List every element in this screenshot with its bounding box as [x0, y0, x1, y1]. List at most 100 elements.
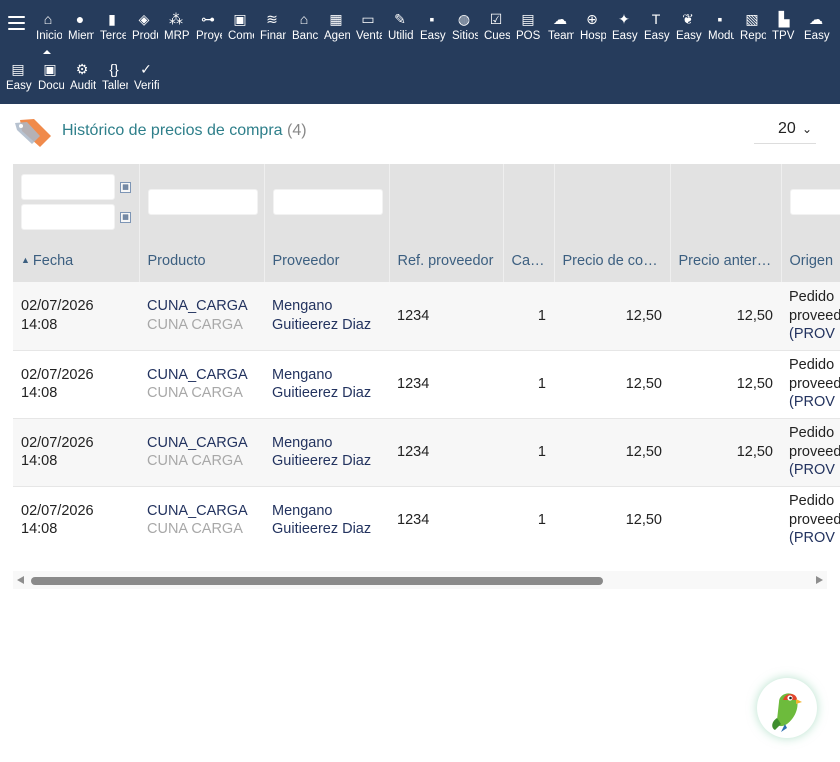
hamburger-menu-icon[interactable]	[8, 16, 25, 30]
audit-icon: ⚙	[75, 61, 89, 77]
page-size-select[interactable]: 20 ⌄	[754, 118, 816, 144]
menu-item-easy[interactable]: ✦ Easy	[610, 10, 638, 54]
page-icon: ▪	[717, 11, 723, 27]
column-header-cant-[interactable]: Cant.	[503, 239, 555, 282]
previous-price-cell: 12,50	[736, 443, 773, 460]
menu-item-tpv[interactable]: ▙ TPV	[770, 10, 798, 54]
menu-item-easy[interactable]: T Easy	[642, 10, 670, 54]
menu-item-proyectos[interactable]: ⊶ Proyectos	[194, 10, 222, 54]
product-filter-input[interactable]	[147, 188, 258, 215]
quantity-cell: 1	[537, 511, 546, 528]
menu-item-miembros[interactable]: ● Miembros	[66, 10, 94, 54]
menu-item-label: Bancos	[292, 30, 318, 42]
column-header-proveedor[interactable]: Proveedor	[264, 239, 390, 282]
supplier-link[interactable]: Mengano Guitieerez Diaz	[272, 367, 371, 402]
menu-item-comercial[interactable]: ▣ Comercial	[226, 10, 254, 54]
product-link[interactable]: CUNA_CARGA	[147, 434, 256, 453]
menu-item-financiera[interactable]: ≋ Financiera	[258, 10, 286, 54]
menu-item-utilidades[interactable]: ✎ Utilidades	[386, 10, 414, 54]
supplier-ref-cell: 1234	[397, 443, 430, 460]
origin-link[interactable]: (PROV	[789, 393, 840, 412]
product-label: CUNA CARGA	[147, 453, 243, 469]
menu-item-easy[interactable]: ▤ Easy	[4, 60, 32, 104]
menu-item-sitios[interactable]: ◍ Sitios	[450, 10, 478, 54]
origin-label: proveedor	[789, 307, 840, 324]
product-link[interactable]: CUNA_CARGA	[147, 502, 256, 521]
globe-icon: ◍	[457, 11, 471, 27]
menu-item-label: Documentos	[38, 80, 64, 92]
menu-item-label: Proyectos	[196, 30, 222, 42]
column-header-precio-de-compra[interactable]: Precio de compra	[554, 239, 671, 282]
origin-label: proveedor	[789, 443, 840, 460]
page-title-text: Histórico de precios de compra	[62, 122, 283, 139]
horizontal-scrollbar[interactable]	[13, 571, 827, 589]
origin-link[interactable]: (PROV	[789, 325, 840, 344]
menu-item-hospital[interactable]: ⊕ Hospital	[578, 10, 606, 54]
menu-item-easy[interactable]: ☁ Easy	[802, 10, 830, 54]
menu-item-label: TPV	[772, 30, 795, 42]
menu-item-documentos[interactable]: ▣ Documentos	[36, 60, 64, 104]
menu-item-modulos[interactable]: ▪ Modulos	[706, 10, 734, 54]
price-cell: 12,50	[625, 443, 662, 460]
scroll-right-icon[interactable]	[816, 576, 823, 584]
supplier-link[interactable]: Mengano Guitieerez Diaz	[272, 298, 371, 333]
assistant-chat-button[interactable]	[757, 678, 817, 738]
menu-item-terceros[interactable]: ▮ Terceros	[98, 10, 126, 54]
column-header-precio-anterior[interactable]: Precio anterior	[670, 239, 782, 282]
menu-item-label: MRP	[164, 30, 190, 42]
supplier-link[interactable]: Mengano Guitieerez Diaz	[272, 503, 371, 538]
menu-item-taller[interactable]: {} Taller	[100, 60, 128, 104]
supplier-filter-input[interactable]	[272, 188, 383, 215]
supplier-link[interactable]: Mengano Guitieerez Diaz	[272, 435, 371, 470]
menu-item-label: Team	[548, 30, 574, 42]
origin-label: proveedor	[789, 511, 840, 528]
menu-item-pos[interactable]: ▤ POS	[514, 10, 542, 54]
text-t-icon: T	[651, 11, 661, 27]
column-header-fecha[interactable]: ▲ Fecha	[13, 239, 140, 282]
menu-item-label: Reportes	[740, 30, 766, 42]
menu-item-bancos[interactable]: ⌂ Bancos	[290, 10, 318, 54]
column-header-label: Proveedor	[272, 252, 340, 269]
calendar-icon[interactable]: ▦	[120, 211, 131, 223]
column-header-label: Fecha	[32, 252, 74, 269]
menu-item-label: Productos	[132, 30, 158, 42]
date-to-filter[interactable]	[21, 203, 115, 230]
date-from-filter[interactable]	[21, 173, 115, 200]
table-row: 02/07/2026 14:08 CUNA_CARGA CUNA CARGA Menga…	[13, 486, 840, 554]
menu-item-team[interactable]: ☁ Team	[546, 10, 574, 54]
menu-item-easy[interactable]: ❦ Easy	[674, 10, 702, 54]
wrench-icon: ✎	[394, 11, 406, 27]
previous-price-cell: 12,50	[736, 307, 773, 324]
price-history-table: ▦ ▦ ▲ Fecha Producto Proveedor Ref. proveedo…	[13, 164, 840, 554]
menu-item-label: Easy	[644, 30, 670, 42]
menu-item-inicio[interactable]: ⌂ Inicio	[34, 10, 62, 54]
supplier-name-line: Guitieerez Diaz	[272, 521, 372, 537]
menu-item-easy[interactable]: ▪ Easy	[418, 10, 446, 54]
menu-item-mrp[interactable]: ⁂ MRP	[162, 10, 190, 54]
column-header-label: Cant.	[511, 252, 547, 269]
menu-item-verificar[interactable]: ✓ Verificar	[132, 60, 160, 104]
menu-item-cuestionarios[interactable]: ☑ Cuestionarios	[482, 10, 510, 54]
column-header-producto[interactable]: Producto	[139, 239, 265, 282]
menu-item-label: Modulos	[708, 30, 734, 42]
column-header-ref-proveedor[interactable]: Ref. proveedor	[389, 239, 504, 282]
origin-link[interactable]: (PROV	[789, 461, 840, 480]
scroll-left-icon[interactable]	[17, 576, 24, 584]
menu-item-agenda[interactable]: ▦ Agenda	[322, 10, 350, 54]
menu-item-productos[interactable]: ◈ Productos	[130, 10, 158, 54]
checkbox-icon: ☑	[489, 11, 503, 27]
product-link[interactable]: CUNA_CARGA	[147, 297, 256, 316]
origin-filter-input[interactable]	[789, 188, 840, 215]
origin-link[interactable]: (PROV	[789, 529, 840, 548]
parrot-icon: ❦	[682, 11, 694, 27]
menu-item-label: Comercial	[228, 30, 254, 42]
menu-item-auditoria[interactable]: ⚙ Auditoria	[68, 60, 96, 104]
menu-item-ventas[interactable]: ▭ Ventas	[354, 10, 382, 54]
calendar-icon[interactable]: ▦	[120, 181, 131, 193]
menu-item-reportes[interactable]: ▧ Reportes	[738, 10, 766, 54]
scrollbar-thumb[interactable]	[31, 577, 603, 585]
product-label: CUNA CARGA	[147, 385, 243, 401]
column-header-origen[interactable]: Origen	[781, 239, 840, 282]
product-link[interactable]: CUNA_CARGA	[147, 366, 256, 385]
menu-row-primary: ⌂ Inicio ● Miembros ▮ Terceros ◈ Productos ⁂ MRP ⊶…	[34, 10, 834, 54]
